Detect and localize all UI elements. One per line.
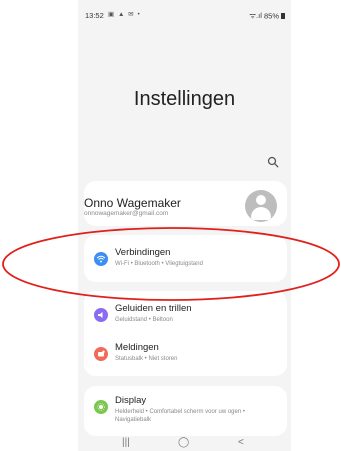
battery-level: 85% [263,11,279,21]
settings-item-title: Geluiden en trillen [115,303,192,314]
battery-icon [281,13,285,20]
wifi-icon [94,252,108,266]
settings-item-subtitle: Geluidstand • Beltoon [115,317,173,323]
avatar-body [251,207,271,220]
brightness-icon [94,400,108,414]
status-right: ᯤ.ıl 85% [249,11,285,21]
home-button[interactable]: ◯ [178,437,189,448]
settings-item-display[interactable]: Display Helderheid • Comfortabel scherm … [84,395,287,430]
status-bar: 13:52 ▣ ▲ ✉ • ᯤ.ıl 85% [78,0,291,26]
settings-item-geluiden[interactable]: Geluiden en trillen Geluidstand • Beltoo… [84,303,287,338]
status-time: 13:52 [85,11,104,20]
back-button[interactable]: < [238,437,244,448]
search-icon[interactable] [267,156,279,168]
settings-item-subtitle: Wi-Fi • Bluetooth • Vliegtuigstand [115,261,203,267]
page-title: Instellingen [133,88,236,110]
settings-item-verbindingen[interactable]: Verbindingen Wi-Fi • Bluetooth • Vliegtu… [84,247,287,282]
phone-screen: 13:52 ▣ ▲ ✉ • ᯤ.ıl 85% Instellingen Onno… [78,0,291,451]
settings-item-meldingen[interactable]: Meldingen Statusbalk • Niet storen [84,342,287,377]
profile-name: Onno Wagemaker [84,196,181,210]
navigation-bar: ||| ◯ < [78,436,291,451]
avatar[interactable] [245,190,277,222]
settings-item-title: Meldingen [115,342,159,353]
volume-icon [94,308,108,322]
settings-item-title: Display [115,395,147,406]
recents-button[interactable]: ||| [122,437,130,448]
avatar-head [256,195,266,205]
notification-icons: ▣ ▲ ✉ • [108,11,141,18]
settings-item-title: Verbindingen [115,247,171,258]
settings-item-subtitle: Statusbalk • Niet storen [115,356,178,362]
profile-email: onnowagemaker@gmail.com [84,210,169,217]
notification-icon [94,347,108,361]
settings-item-subtitle: Helderheid • Comfortabel scherm voor uw … [115,409,245,423]
signal-icon: ᯤ.ıl [249,11,262,21]
